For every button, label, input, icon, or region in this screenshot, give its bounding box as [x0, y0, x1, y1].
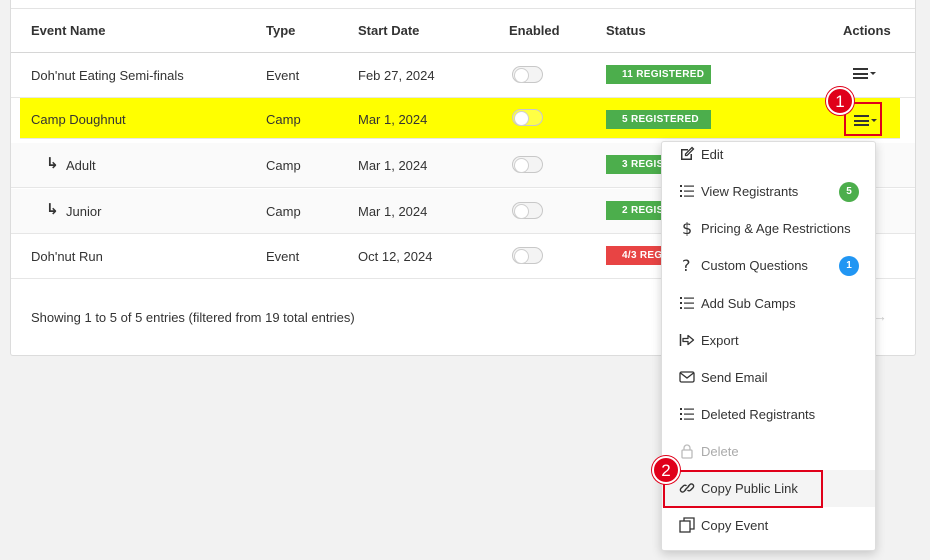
menu-item-label: Copy Event: [701, 518, 769, 533]
menu-item-label: Delete: [701, 444, 739, 459]
status-badge: 11 REGISTERED: [606, 65, 711, 84]
table-info: Showing 1 to 5 of 5 entries (filtered fr…: [31, 310, 355, 325]
menu-item-label: Deleted Registrants: [701, 407, 816, 422]
table-row-highlighted: Camp Doughnut Camp Mar 1, 2024 5 REGISTE…: [20, 98, 900, 139]
enabled-toggle[interactable]: [512, 109, 543, 126]
event-name[interactable]: Camp Doughnut: [31, 112, 126, 127]
actions-menu-button[interactable]: [853, 66, 877, 82]
question-icon: ?: [682, 257, 691, 273]
svg-text:?: ?: [682, 257, 691, 273]
event-start-date: Mar 1, 2024: [358, 204, 428, 219]
event-type: Camp: [266, 158, 301, 173]
event-name[interactable]: Adult: [66, 158, 96, 173]
menu-item-custom-questions[interactable]: ? Custom Questions 1: [662, 247, 875, 284]
sub-item-arrow-icon: ↳: [46, 155, 59, 172]
callout-box-copy-link: [663, 470, 823, 508]
enabled-toggle[interactable]: [512, 247, 543, 264]
enabled-toggle[interactable]: [512, 66, 543, 83]
status-badge: 4/3 REGISTERED: [606, 246, 661, 265]
event-type: Event: [266, 68, 300, 83]
event-name[interactable]: Junior: [66, 204, 101, 219]
event-type: Camp: [266, 112, 301, 127]
col-type[interactable]: Type: [266, 23, 295, 38]
event-name[interactable]: Doh'nut Run: [31, 249, 103, 264]
sub-item-arrow-icon: ↳: [46, 201, 59, 218]
export-icon: [679, 334, 695, 346]
event-start-date: Oct 12, 2024: [358, 249, 433, 264]
table-row: Doh'nut Eating Semi-finals Event Feb 27,…: [11, 53, 915, 98]
menu-item-label: View Registrants: [701, 184, 799, 199]
menu-item-label: Edit: [701, 147, 724, 162]
event-name[interactable]: Doh'nut Eating Semi-finals: [31, 68, 184, 83]
status-badge: 5 REGISTERED: [606, 110, 711, 129]
hamburger-icon: [853, 68, 868, 79]
step-marker-2: 2: [652, 456, 680, 484]
event-type: Camp: [266, 204, 301, 219]
col-event-name[interactable]: Event Name: [31, 23, 105, 38]
menu-item-pricing[interactable]: $ Pricing & Age Restrictions: [662, 210, 875, 247]
envelope-icon: [679, 371, 695, 383]
list-icon: [680, 185, 694, 197]
event-start-date: Mar 1, 2024: [358, 112, 428, 127]
registrant-count-badge: 5: [839, 182, 859, 202]
lock-icon: [681, 444, 693, 459]
question-count-badge: 1: [839, 256, 859, 276]
col-status[interactable]: Status: [606, 23, 646, 38]
menu-item-add-sub-camps[interactable]: Add Sub Camps: [662, 285, 875, 322]
status-badge: 2 REGISTERED: [606, 201, 661, 220]
event-start-date: Feb 27, 2024: [358, 68, 435, 83]
menu-item-label: Add Sub Camps: [701, 296, 796, 311]
col-actions: Actions: [843, 23, 891, 38]
svg-text:$: $: [682, 220, 692, 236]
caret-down-icon: [870, 72, 876, 75]
menu-item-label: Custom Questions: [701, 258, 808, 273]
dollar-icon: $: [682, 220, 692, 236]
step-marker-1: 1: [826, 87, 854, 115]
list-icon: [680, 408, 694, 420]
copy-icon: [679, 517, 695, 533]
event-type: Event: [266, 249, 300, 264]
menu-item-view-registrants[interactable]: View Registrants 5: [662, 173, 875, 210]
menu-item-copy-event[interactable]: Copy Event: [662, 507, 875, 544]
menu-item-label: Export: [701, 333, 739, 348]
menu-item-deleted-registrants[interactable]: Deleted Registrants: [662, 396, 875, 433]
col-start-date[interactable]: Start Date: [358, 23, 419, 38]
menu-item-label: Send Email: [701, 370, 768, 385]
col-enabled[interactable]: Enabled: [509, 23, 560, 38]
event-start-date: Mar 1, 2024: [358, 158, 428, 173]
enabled-toggle[interactable]: [512, 202, 543, 219]
menu-item-send-email[interactable]: Send Email: [662, 359, 875, 396]
table-header: Event Name Type Start Date Enabled Statu…: [11, 8, 915, 53]
menu-item-label: Pricing & Age Restrictions: [701, 221, 851, 236]
edit-icon: [681, 146, 695, 160]
list-icon: [680, 297, 694, 309]
menu-item-export[interactable]: Export: [662, 322, 875, 359]
enabled-toggle[interactable]: [512, 156, 543, 173]
status-badge: 3 REGISTERED: [606, 155, 661, 174]
menu-item-delete: Delete: [662, 433, 875, 470]
menu-item-edit[interactable]: Edit: [662, 136, 875, 173]
